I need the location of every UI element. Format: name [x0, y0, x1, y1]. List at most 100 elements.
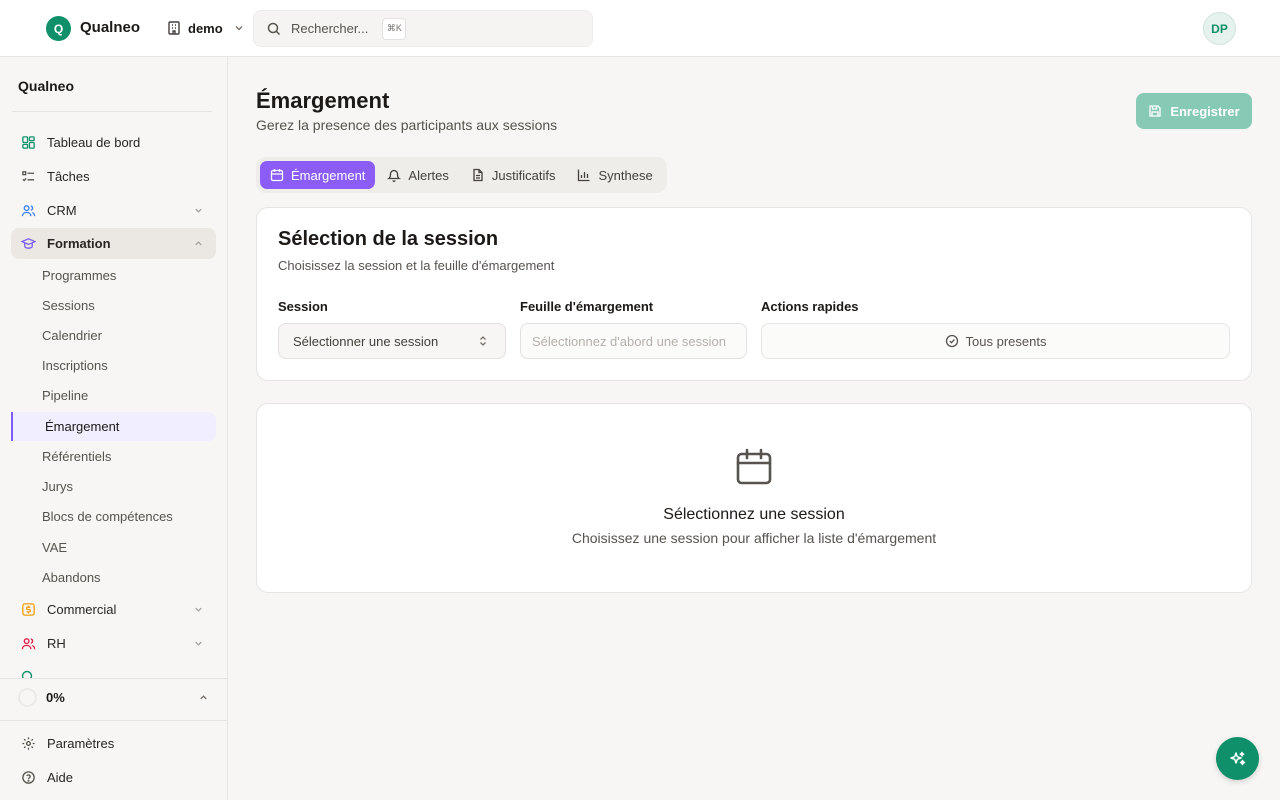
- all-present-label: Tous presents: [965, 333, 1047, 349]
- sidebar-subitem-jurys[interactable]: Jurys: [42, 479, 73, 494]
- search-bar[interactable]: Rechercher... ⌘K: [253, 10, 593, 47]
- bell-icon: [387, 169, 402, 182]
- sidebar-item-rh[interactable]: RH: [11, 628, 216, 659]
- save-icon: [1149, 105, 1161, 117]
- chevron-down-icon: [195, 641, 202, 646]
- chevron-up-icon: [195, 241, 202, 246]
- sheet-label: Feuille d'émargement: [520, 299, 654, 314]
- workspace-switcher[interactable]: demo: [166, 17, 245, 39]
- check-circle-icon: [945, 334, 958, 348]
- sparkles-icon: [1229, 751, 1245, 765]
- sidebar-subitem-referentiels[interactable]: Référentiels: [42, 449, 111, 464]
- sidebar-item-label: Tableau de bord: [47, 135, 141, 150]
- users-icon: [21, 205, 36, 217]
- session-select-value: Sélectionner une session: [293, 333, 439, 349]
- sidebar-subitem-pipeline[interactable]: Pipeline: [42, 388, 88, 403]
- chevron-down-icon: [195, 607, 202, 612]
- chevron-up-icon: [200, 695, 207, 700]
- tab-label: Émargement: [291, 167, 366, 183]
- chevron-updown-icon: [480, 336, 486, 346]
- top-bar: Q Qualneo demo Rechercher... ⌘K DP: [0, 0, 1280, 57]
- sidebar-item-label: CRM: [47, 203, 77, 218]
- empty-state-title: Sélectionnez une session: [663, 506, 845, 523]
- search-shortcut: ⌘K: [382, 17, 407, 40]
- building-icon: [168, 21, 180, 35]
- page-title: Émargement: [256, 88, 390, 113]
- sheet-select-placeholder: Sélectionnez d'abord une session: [532, 333, 727, 349]
- empty-state-card: Sélectionnez une session Choisissez une …: [256, 403, 1252, 593]
- chevron-down-icon: [195, 208, 202, 213]
- page-subtitle: Gerez la presence des participants aux s…: [256, 117, 558, 133]
- sidebar-item-dashboard[interactable]: Tableau de bord: [11, 127, 216, 158]
- sidebar-item-label: Formation: [47, 236, 111, 251]
- card-title: Sélection de la session: [278, 228, 499, 250]
- sidebar-item-crm[interactable]: CRM: [11, 195, 216, 226]
- card-subtitle: Choisissez la session et la feuille d'ém…: [278, 258, 555, 273]
- sheet-select[interactable]: Sélectionnez d'abord une session: [520, 323, 747, 359]
- tab-alertes[interactable]: Alertes: [377, 161, 458, 189]
- bar-chart-icon: [578, 169, 590, 182]
- sidebar-subitem-abandons[interactable]: Abandons: [42, 570, 101, 585]
- search-icon: [267, 22, 281, 35]
- tasks-icon: [22, 171, 35, 182]
- actions-label: Actions rapides: [761, 299, 859, 314]
- main-content: Émargement Gerez la presence des partici…: [228, 57, 1280, 800]
- sidebar-subitem-vae[interactable]: VAE: [42, 540, 67, 555]
- tab-label: Synthese: [598, 167, 653, 183]
- sidebar-item-aide[interactable]: Aide: [11, 762, 216, 793]
- tab-label: Alertes: [408, 167, 449, 183]
- tab-label: Justificatifs: [491, 167, 556, 183]
- sidebar-subitem-programmes[interactable]: Programmes: [42, 268, 116, 283]
- session-selection-card: Sélection de la session Choisissez la se…: [256, 207, 1252, 381]
- sidebar-subitem-blocs[interactable]: Blocs de compétences: [42, 509, 173, 524]
- workspace-name: demo: [188, 20, 223, 36]
- help-icon: [22, 771, 35, 784]
- divider: [0, 720, 227, 721]
- sidebar-subitem-emargement[interactable]: Émargement: [11, 412, 216, 441]
- sidebar-item-label: Aide: [47, 770, 74, 785]
- sidebar-subitem-inscriptions[interactable]: Inscriptions: [42, 358, 108, 373]
- sidebar-item-tasks[interactable]: Tâches: [11, 161, 216, 192]
- empty-state-subtitle: Choisissez une session pour afficher la …: [571, 530, 937, 546]
- dashboard-icon: [22, 136, 35, 149]
- save-button-label: Enregistrer: [1170, 103, 1240, 119]
- document-icon: [473, 168, 483, 182]
- divider: [12, 111, 212, 112]
- sidebar-item-formation[interactable]: Formation: [11, 228, 216, 259]
- ai-assistant-button[interactable]: [1216, 737, 1259, 780]
- sidebar-item-label: Paramètres: [47, 736, 115, 751]
- sidebar-item-commercial[interactable]: Commercial: [11, 594, 216, 625]
- people-icon: [21, 638, 36, 650]
- graduation-cap-icon: [21, 238, 36, 249]
- session-select[interactable]: Sélectionner une session: [278, 323, 506, 359]
- tab-emargement[interactable]: Émargement: [260, 161, 376, 189]
- sidebar-title: Qualneo: [18, 78, 75, 94]
- brand-name[interactable]: Qualneo: [80, 19, 140, 36]
- sidebar-item-parametres[interactable]: Paramètres: [11, 728, 216, 759]
- session-label: Session: [278, 299, 328, 314]
- sidebar-item-label: Tâches: [47, 169, 90, 184]
- progress-widget[interactable]: 0%: [18, 687, 213, 707]
- sidebar: Qualneo Tableau de bord Tâches CRM Forma…: [0, 57, 228, 800]
- sidebar-subitem-label: Émargement: [45, 419, 120, 434]
- sidebar-item-label: RH: [47, 636, 66, 651]
- all-present-button[interactable]: Tous presents: [761, 323, 1230, 359]
- sidebar-item-label: Commercial: [47, 602, 117, 617]
- chevron-down-icon: [235, 26, 243, 31]
- dollar-icon: [22, 603, 35, 616]
- calendar-icon: [270, 169, 284, 182]
- tab-justificatifs[interactable]: Justificatifs: [461, 161, 566, 189]
- tab-synthese[interactable]: Synthese: [567, 161, 662, 189]
- gear-icon: [22, 737, 35, 750]
- user-avatar[interactable]: DP: [1203, 12, 1236, 45]
- logo-letter: Q: [53, 21, 64, 36]
- search-placeholder: Rechercher...: [291, 21, 369, 36]
- sidebar-subitem-sessions[interactable]: Sessions: [42, 298, 95, 313]
- brand-logo[interactable]: Q: [46, 16, 71, 41]
- sidebar-subitem-calendrier[interactable]: Calendrier: [42, 328, 102, 343]
- calendar-icon: [736, 448, 772, 485]
- tab-bar: Émargement Alertes Justificatifs Synthes…: [256, 157, 667, 193]
- progress-ring: [18, 687, 37, 707]
- save-button[interactable]: Enregistrer: [1136, 93, 1252, 129]
- progress-value: 0%: [46, 689, 65, 705]
